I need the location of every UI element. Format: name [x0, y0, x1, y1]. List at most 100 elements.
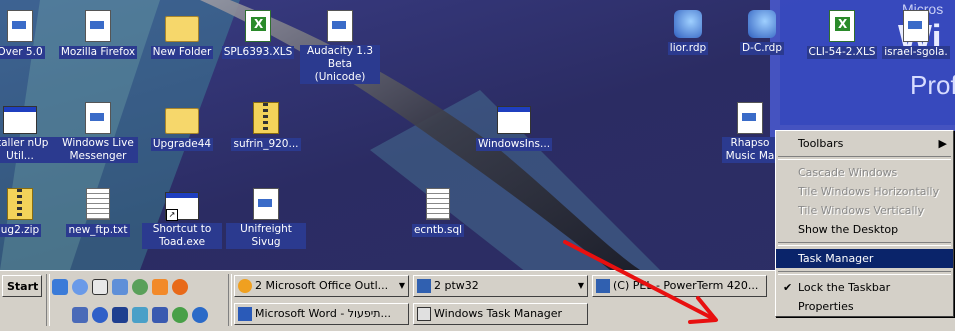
desktop-icon[interactable]: Over 5.0 — [0, 10, 60, 59]
shortcut-arrow-icon: ↗ — [166, 209, 178, 221]
desktop-icon[interactable]: D-C.rdp — [722, 10, 802, 55]
desktop-icon-label: new_ftp.txt — [66, 224, 130, 237]
menu-item-tile-horizontally: Tile Windows Horizontally — [776, 182, 953, 201]
dropdown-arrow-icon: ▼ — [398, 281, 405, 290]
start-button[interactable]: Start — [2, 275, 42, 297]
menu-item-show-desktop[interactable]: Show the Desktop — [776, 220, 953, 239]
printer-icon[interactable] — [72, 307, 88, 323]
desktop-icon-label: lior.rdp — [667, 42, 709, 55]
menu-item-task-manager[interactable]: Task Manager — [776, 249, 953, 268]
show-desktop-icon[interactable] — [92, 279, 108, 295]
menu-item-tile-vertically: Tile Windows Vertically — [776, 201, 953, 220]
document-icon — [85, 10, 111, 42]
messenger-icon[interactable] — [132, 279, 148, 295]
zip-icon — [253, 102, 279, 134]
checkmark-icon: ✔ — [783, 281, 793, 294]
document-icon — [253, 188, 279, 220]
desktop-icon-label: New Folder — [150, 46, 214, 59]
terminal-icon — [417, 279, 431, 293]
media-icon[interactable] — [192, 307, 208, 323]
menu-item-label: Show the Desktop — [798, 223, 899, 236]
desktop-icon-label: Rhapso Music Ma — [722, 137, 778, 163]
folder-icon — [165, 108, 199, 134]
desktop-icon-label: D-C.rdp — [739, 42, 784, 55]
taskbar-context-menu: Toolbars ▶ Cascade Windows Tile Windows … — [775, 130, 954, 317]
taskbar-button-outlook[interactable]: 2 Microsoft Office Outl... ▼ — [234, 275, 409, 297]
folder-icon — [165, 16, 199, 42]
start-label: Start — [7, 280, 39, 293]
desktop-icon-label: israel-sgola. — [882, 46, 950, 59]
desktop-icon-label: SPL6393.XLS — [221, 46, 295, 59]
zip-icon — [7, 188, 33, 220]
excel-icon — [829, 10, 855, 42]
desktop-icon[interactable]: ecntb.sql — [398, 188, 478, 237]
desktop-icon[interactable]: staller nUp Util... — [0, 102, 60, 163]
ie-icon[interactable] — [52, 279, 68, 295]
network-icon[interactable] — [132, 307, 148, 323]
taskbar-button-label: 2 Microsoft Office Outl... — [255, 279, 389, 292]
desktop-icon[interactable]: sufrin_920... — [226, 102, 306, 151]
desktop-icon-label: staller nUp Util... — [0, 137, 60, 163]
taskbar-button-powerterm[interactable]: (C) PEL - PowerTerm 420... — [592, 275, 767, 297]
desktop-icon[interactable]: Unifreight Sivug — [226, 188, 306, 249]
menu-item-cascade-windows: Cascade Windows — [776, 163, 953, 182]
desktop-icon[interactable]: Rhapso Music Ma — [722, 102, 778, 163]
firefox-icon[interactable] — [172, 279, 188, 295]
dropdown-arrow-icon: ▼ — [577, 281, 584, 290]
users-icon[interactable] — [172, 307, 188, 323]
document-icon — [327, 10, 353, 42]
document-icon — [7, 10, 33, 42]
window-icon: ↗ — [165, 192, 199, 221]
document-icon — [85, 102, 111, 134]
desktop-icon[interactable]: Windows Live Messenger — [58, 102, 138, 163]
desktop-icon[interactable]: Audacity 1.3 Beta (Unicode) — [300, 10, 380, 84]
menu-item-toolbars[interactable]: Toolbars ▶ — [776, 134, 953, 153]
document-icon — [903, 10, 929, 42]
desktop-icon[interactable]: ug2.zip — [0, 188, 60, 237]
outlook-icon — [238, 279, 252, 293]
remote-desktop-icon — [748, 10, 776, 38]
taskbar-button-word[interactable]: Microsoft Word - תיפעול... — [234, 303, 409, 325]
desktop-icon[interactable]: israel-sgola. — [876, 10, 955, 59]
desktop-icon-label: sufrin_920... — [231, 138, 301, 151]
menu-item-label: Toolbars — [798, 137, 844, 150]
taskbar-button-task-manager[interactable]: Windows Task Manager — [413, 303, 588, 325]
desktop-icon[interactable]: new_ftp.txt — [58, 188, 138, 237]
menu-item-lock-taskbar[interactable]: ✔ Lock the Taskbar — [776, 278, 953, 297]
desktop-icon[interactable]: SPL6393.XLS — [218, 10, 298, 59]
window-icon — [3, 106, 37, 134]
document-icon — [737, 102, 763, 134]
search-icon[interactable] — [92, 307, 108, 323]
menu-item-label: Tile Windows Horizontally — [798, 185, 940, 198]
menu-item-label: Properties — [798, 300, 854, 313]
desktop-icon-label: ecntb.sql — [411, 224, 465, 237]
desktop-icon-label: Audacity 1.3 Beta (Unicode) — [300, 45, 380, 84]
menu-separator — [778, 242, 951, 246]
menu-item-properties[interactable]: Properties — [776, 297, 953, 316]
remote-desktop-icon — [674, 10, 702, 38]
taskbar-button-label: Windows Task Manager — [434, 307, 563, 320]
desktop-icon[interactable]: Mozilla Firefox — [58, 10, 138, 59]
text-file-icon — [426, 188, 450, 220]
desktop-icon[interactable]: WindowsIns... — [474, 102, 554, 151]
taskbar-button-ptw32[interactable]: 2 ptw32 ▼ — [413, 275, 588, 297]
outlook-icon[interactable] — [72, 279, 88, 295]
app-icon[interactable] — [112, 307, 128, 323]
desktop-icon[interactable]: New Folder — [142, 10, 222, 59]
window-icon — [497, 106, 531, 134]
media-player-icon[interactable] — [112, 279, 128, 295]
desktop-icon-label: Over 5.0 — [0, 46, 45, 59]
grid-icon[interactable] — [152, 307, 168, 323]
taskbar-button-label: (C) PEL - PowerTerm 420... — [613, 279, 759, 292]
menu-item-label: Cascade Windows — [798, 166, 898, 179]
desktop-icon[interactable]: CLI-54-2.XLS — [802, 10, 882, 59]
menu-separator — [778, 271, 951, 275]
menu-item-label: Tile Windows Vertically — [798, 204, 925, 217]
wallpaper-text-3: Prof — [910, 70, 955, 100]
desktop-icon[interactable]: Upgrade44 — [142, 102, 222, 151]
text-file-icon — [86, 188, 110, 220]
calendar-icon[interactable] — [152, 279, 168, 295]
desktop-icon[interactable]: ↗ Shortcut to Toad.exe — [142, 188, 222, 249]
desktop-icon-label: Mozilla Firefox — [58, 46, 138, 59]
desktop-icon[interactable]: lior.rdp — [648, 10, 728, 55]
